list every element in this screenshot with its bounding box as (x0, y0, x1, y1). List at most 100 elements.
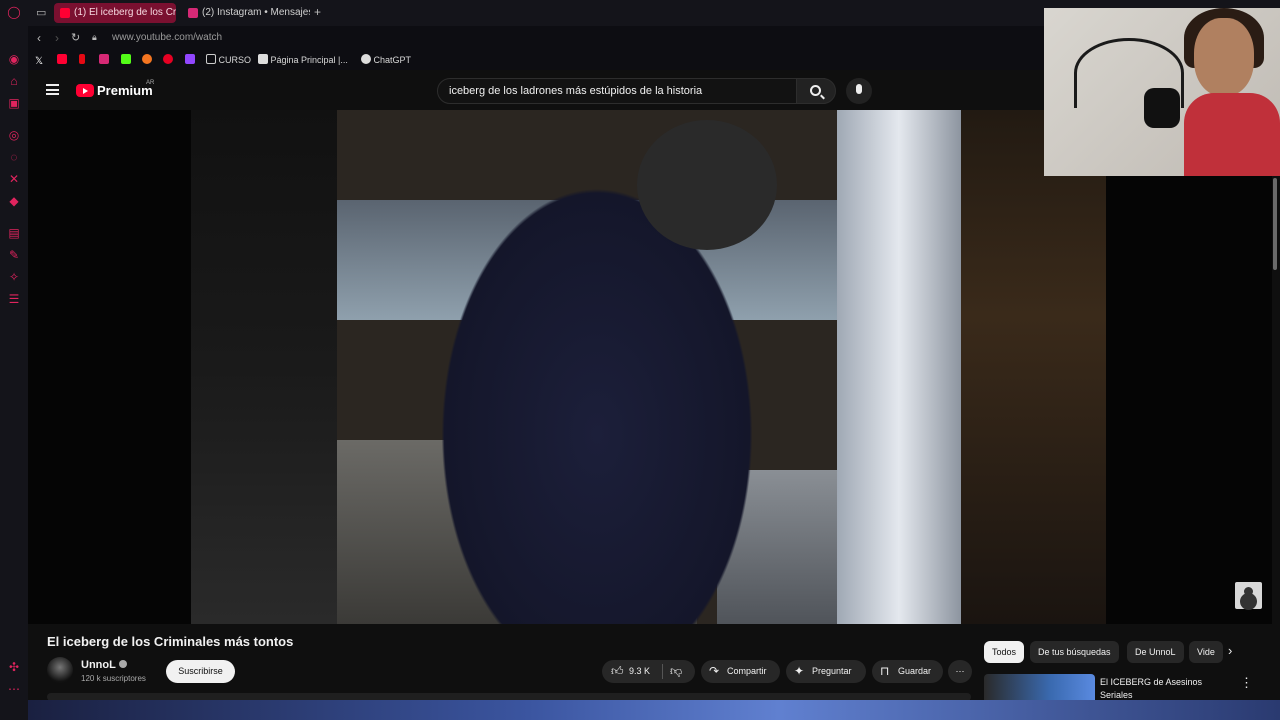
sidebar-messenger-icon[interactable]: ◎ (7, 128, 21, 142)
chatgpt-icon (361, 54, 371, 64)
sidebar-settings-icon[interactable]: ☰ (7, 292, 21, 306)
bookmark-label: CURSO (218, 55, 252, 65)
channel-avatar[interactable] (47, 657, 73, 683)
bookmark-x[interactable]: 𝕏 (35, 53, 43, 67)
back-icon[interactable]: ‹ (37, 31, 41, 45)
x-icon: 𝕏 (35, 56, 44, 67)
bookmark-netflix[interactable] (79, 53, 85, 67)
ask-button[interactable]: ✦ Preguntar (786, 660, 866, 683)
like-count[interactable]: 9.3 K (629, 660, 650, 683)
tab-label: (1) El iceberg de los Crimin (74, 7, 176, 18)
netflix-icon (79, 54, 85, 64)
hamburger-menu-icon[interactable] (46, 84, 59, 95)
microphone-shape (1144, 88, 1180, 128)
kick-icon (121, 54, 131, 64)
browser-sidebar: ◯ ◉ ⌂ ▣ ◎ ◌ ✕ ◆ ▤ ✎ ✧ ☰ ✣ ⋯ (0, 0, 28, 720)
save-label: Guardar (898, 666, 932, 676)
like-icon[interactable]: 👍︎ (611, 660, 624, 683)
channel-name[interactable]: UnnoL (81, 659, 127, 671)
share-button[interactable]: ↷ Compartir (701, 660, 780, 683)
streamer-body (1184, 93, 1280, 176)
filter-chips: Todos De tus búsquedas De UnnoL Vide (984, 641, 1280, 663)
bookmark-chatgpt[interactable]: ChatGPT (361, 53, 411, 67)
reload-icon[interactable]: ↻ (71, 31, 80, 44)
bookmark-crunchyroll[interactable] (142, 53, 152, 67)
crunchyroll-icon (142, 54, 152, 64)
sidebar-aria-icon[interactable]: ◉ (7, 52, 21, 66)
bookmark-wikipedia[interactable]: Página Principal |... (258, 53, 348, 67)
video-title: El iceberg de los Criminales más tontos (47, 634, 294, 649)
ask-label: Preguntar (812, 666, 852, 676)
scene-head (637, 120, 777, 250)
new-tab-button[interactable]: + (314, 5, 321, 19)
lock-icon: 🔒︎ (92, 32, 97, 42)
sidebar-x-icon[interactable]: ✕ (7, 172, 21, 186)
chip-todos[interactable]: Todos (984, 641, 1025, 663)
chip-videos[interactable]: Vide (1189, 641, 1223, 663)
url-field[interactable]: www.youtube.com/watch (112, 32, 222, 43)
youtube-logo-icon[interactable] (76, 84, 94, 97)
bookmark-pinterest[interactable] (163, 53, 173, 67)
page-scrollbar[interactable] (1273, 178, 1277, 270)
wikipedia-icon (258, 54, 268, 64)
bookmark-instagram[interactable] (99, 53, 109, 67)
bookmark-kick[interactable] (121, 53, 131, 67)
more-horizontal-icon: ⋯ (955, 666, 965, 676)
tab-youtube[interactable]: (1) El iceberg de los Crimin (54, 3, 176, 23)
like-dislike-group: 👍︎ 9.3 K 👎︎ (602, 660, 695, 683)
bookmark-twitch[interactable] (185, 53, 195, 67)
bookmark-youtube[interactable] (57, 53, 67, 67)
bottom-glow (28, 700, 1280, 720)
sidebar-home-icon[interactable]: ⌂ (7, 74, 21, 88)
bookmark-curso[interactable]: CURSO (206, 53, 251, 67)
forward-icon[interactable]: › (55, 31, 59, 45)
dislike-icon[interactable]: 👎︎ (670, 660, 682, 683)
sidebar-wallet-icon[interactable]: ▣ (7, 96, 21, 110)
twitch-icon (185, 54, 195, 64)
tab-instagram[interactable]: (2) Instagram • Mensajes (182, 3, 310, 23)
opera-logo-icon[interactable]: ◯ (7, 5, 21, 19)
sidebar-extension-icon[interactable]: ✧ (7, 270, 21, 284)
youtube-favicon-icon (60, 8, 70, 18)
webcam-overlay (1044, 8, 1280, 176)
channel-name-text: UnnoL (81, 659, 116, 671)
folder-icon (206, 54, 216, 64)
sidebar-whatsapp-icon[interactable]: ◌ (7, 150, 21, 164)
tab-overview-icon[interactable]: ▭ (36, 6, 46, 19)
save-button[interactable]: ⊓ Guardar (872, 660, 943, 683)
more-actions-button[interactable]: ⋯ (948, 660, 972, 683)
sidebar-tool-icon[interactable]: ✎ (7, 248, 21, 262)
region-label: AR (146, 80, 155, 86)
share-icon: ↷ (709, 664, 720, 678)
video-blur-left (191, 110, 337, 624)
channel-watermark-icon[interactable] (1235, 582, 1262, 609)
sidebar-gx-icon[interactable]: ✣ (7, 660, 21, 674)
recommendation-title[interactable]: El ICEBERG de Asesinos Seriales (1100, 676, 1230, 702)
youtube-logo-text[interactable]: Premium (97, 83, 153, 98)
divider (662, 664, 663, 679)
subscriber-count: 120 k suscriptores (81, 674, 146, 683)
scene-sheet (837, 110, 961, 624)
video-blur-right (961, 110, 1106, 624)
bookmark-icon: ⊓ (880, 664, 890, 678)
video-frame[interactable] (337, 110, 961, 624)
sidebar-discord-icon[interactable]: ◆ (7, 194, 21, 208)
tab-label: (2) Instagram • Mensajes (202, 7, 310, 18)
chip-de-tus-busquedas[interactable]: De tus búsquedas (1030, 641, 1119, 663)
search-box[interactable]: iceberg de los ladrones más estúpidos de… (437, 78, 825, 104)
verified-icon (118, 660, 127, 668)
sidebar-player-icon[interactable]: ▤ (7, 226, 21, 240)
chip-de-unnol[interactable]: De UnnoL (1127, 641, 1184, 663)
more-vertical-icon[interactable]: ⋮ (1240, 675, 1253, 691)
chevron-right-icon[interactable]: › (1228, 643, 1232, 658)
search-input[interactable]: iceberg de los ladrones más estúpidos de… (449, 85, 702, 97)
voice-search-button[interactable] (846, 78, 872, 104)
sidebar-more-icon[interactable]: ⋯ (7, 682, 21, 696)
instagram-icon (99, 54, 109, 64)
streamer-face (1194, 18, 1254, 96)
search-button[interactable] (796, 78, 836, 104)
bookmark-label: Página Principal |... (270, 55, 348, 65)
subscribe-button[interactable]: Suscribirse (166, 660, 235, 683)
youtube-icon (57, 54, 67, 64)
bookmark-label: ChatGPT (373, 55, 412, 65)
